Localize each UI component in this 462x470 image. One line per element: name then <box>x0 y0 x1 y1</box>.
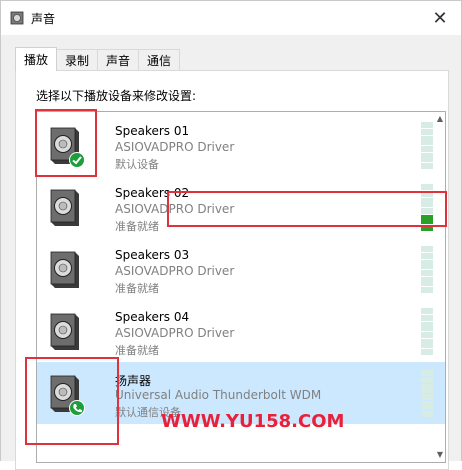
device-row[interactable]: Speakers 01 ASIOVADPRO Driver 默认设备 <box>37 114 445 176</box>
speaker-icon <box>50 189 79 226</box>
meter-segment <box>421 414 433 418</box>
meter-segment <box>421 290 433 294</box>
device-name: Speakers 03 <box>115 248 190 262</box>
volume-level-meter <box>421 184 433 232</box>
sound-dialog: 声音 ✕ 播放 录制 声音 通信 选择以下播放设备来修改设置: Speakers… <box>0 0 462 470</box>
volume-level-meter <box>421 122 433 170</box>
device-name: Speakers 04 <box>115 310 190 324</box>
volume-level-meter <box>421 308 433 356</box>
tab-sounds[interactable]: 声音 <box>97 49 140 70</box>
tab-playback[interactable]: 播放 <box>15 47 58 71</box>
device-driver: ASIOVADPRO Driver <box>115 202 235 216</box>
playback-panel: 选择以下播放设备来修改设置: Speakers 01 ASIOVADPRO Dri… <box>15 70 449 470</box>
check-icon <box>69 152 85 168</box>
device-row[interactable]: Speakers 03 ASIOVADPRO Driver 准备就绪 <box>37 238 445 300</box>
tab-recording[interactable]: 录制 <box>56 49 99 70</box>
device-name: Speakers 02 <box>115 186 190 200</box>
watermark: WWW.YU158.COM <box>161 411 345 432</box>
tab-strip: 播放 录制 声音 通信 <box>15 47 181 71</box>
volume-level-meter <box>421 246 433 294</box>
meter-segment <box>421 228 433 232</box>
device-list-scrollbar[interactable]: ▲ ▼ <box>435 112 445 462</box>
device-driver: ASIOVADPRO Driver <box>115 326 235 340</box>
device-status: 准备就绪 <box>115 282 159 295</box>
device-driver: ASIOVADPRO Driver <box>115 140 235 154</box>
device-row[interactable]: Speakers 02 ASIOVADPRO Driver 准备就绪 <box>37 176 445 238</box>
speaker-icon <box>10 11 24 25</box>
device-status: 准备就绪 <box>115 220 159 233</box>
dialog-body: 播放 录制 声音 通信 选择以下播放设备来修改设置: Speakers 01 AS… <box>1 35 461 470</box>
speaker-icon <box>50 251 79 288</box>
meter-segment <box>421 166 433 170</box>
device-driver: ASIOVADPRO Driver <box>115 264 235 278</box>
close-icon: ✕ <box>432 7 448 29</box>
device-row[interactable]: Speakers 04 ASIOVADPRO Driver 准备就绪 <box>37 300 445 362</box>
device-name: 扬声器 <box>115 374 152 388</box>
scroll-up-icon[interactable]: ▲ <box>435 114 445 124</box>
close-button[interactable]: ✕ <box>429 7 451 29</box>
volume-level-meter <box>421 370 433 418</box>
window-title: 声音 <box>31 12 56 26</box>
device-driver: Universal Audio Thunderbolt WDM <box>115 388 322 402</box>
phone-icon <box>69 400 85 416</box>
instruction-label: 选择以下播放设备来修改设置: <box>36 89 197 103</box>
device-name: Speakers 01 <box>115 124 190 138</box>
title-bar: 声音 ✕ <box>1 1 461 35</box>
speaker-icon <box>50 313 79 350</box>
meter-segment <box>421 352 433 356</box>
scroll-down-icon[interactable]: ▼ <box>435 450 445 460</box>
tab-communications[interactable]: 通信 <box>138 49 181 70</box>
device-status: 默认设备 <box>115 158 159 171</box>
device-status: 准备就绪 <box>115 344 159 357</box>
